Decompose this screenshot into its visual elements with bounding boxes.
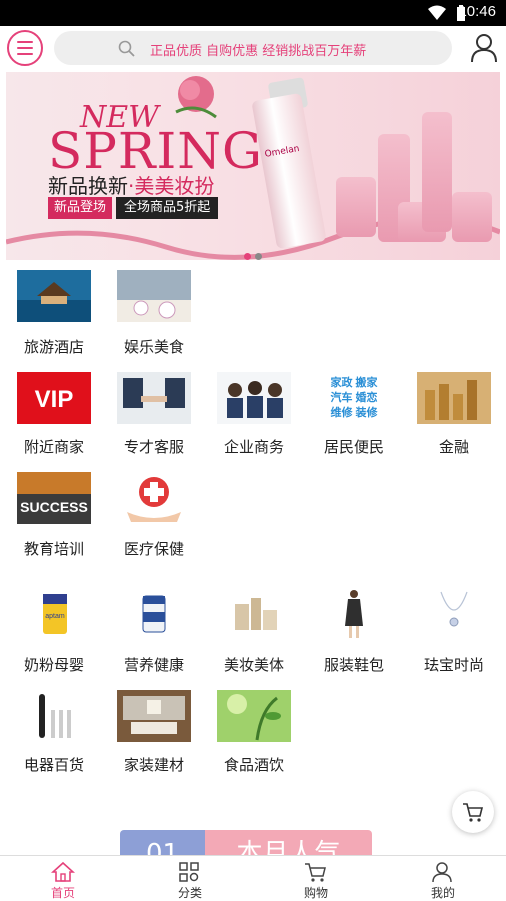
- carousel-dots[interactable]: [244, 245, 266, 260]
- tab-label: 分类: [177, 886, 202, 900]
- category-label: 电器百货: [23, 756, 84, 774]
- category-label: 食品酒饮: [223, 756, 284, 774]
- status-bar: 10:46: [0, 0, 506, 26]
- tab-label: 我的: [430, 886, 455, 900]
- search-icon: [118, 40, 135, 57]
- search-placeholder: 正品优质 自购优惠 经销挑战百万年薪: [150, 44, 367, 59]
- coins-photo: [417, 372, 491, 424]
- cosmetic-tube: [422, 112, 452, 232]
- category-label: 居民便民: [323, 438, 384, 456]
- category-label: 医疗保健: [123, 540, 184, 558]
- floating-cart-button[interactable]: [452, 791, 494, 833]
- category-label: 附近商家: [23, 438, 84, 456]
- category-label: 美妆美体: [223, 656, 284, 674]
- category-label: 旅游酒店: [23, 338, 84, 356]
- medical-cross: [117, 472, 191, 524]
- category-label: 教育培训: [23, 540, 84, 558]
- monthly-popular-header: 01 本月人气: [120, 830, 372, 855]
- home-icon: [51, 861, 75, 882]
- search-bar[interactable]: 正品优质 自购优惠 经销挑战百万年薪: [54, 31, 452, 65]
- milk-powder-can: aptam: [17, 588, 91, 640]
- tab-category[interactable]: 分类: [140, 856, 240, 901]
- clock: 10:46: [458, 3, 496, 20]
- tab-label: 首页: [50, 886, 75, 900]
- ranking-title: 本月人气: [205, 830, 372, 855]
- category-label: 营养健康: [123, 656, 184, 674]
- svg-text:aptam: aptam: [45, 613, 65, 620]
- necklace: [417, 588, 491, 640]
- dress-model: [317, 588, 391, 640]
- cosmetic-jar: [452, 192, 492, 242]
- cosmetic-jar: [336, 177, 376, 237]
- category-label: 企业商务: [223, 438, 284, 456]
- tab-home[interactable]: 首页: [13, 856, 113, 901]
- wifi-icon: [428, 5, 446, 20]
- tab-shopping[interactable]: 购物: [266, 856, 366, 901]
- bottom-tab-bar: 首页 分类 购物 我的: [0, 855, 506, 901]
- carousel-dot[interactable]: [244, 253, 251, 260]
- housekeeping-text: 家政 搬家 汽车 婚恋 维修 装修: [317, 372, 391, 424]
- category-label: 专才客服: [123, 438, 184, 456]
- green-tea-photo: [217, 690, 291, 742]
- vip-badge: VIP: [17, 372, 91, 424]
- dining-photo: [117, 270, 191, 322]
- living-room-photo: [117, 690, 191, 742]
- supplement-jar: [117, 588, 191, 640]
- svg-text:VIP: VIP: [35, 386, 74, 413]
- promo-banner[interactable]: NEW SPRING 新品换新·美美妆扮 新品登场 全场商品5折起 Omelan: [6, 72, 500, 260]
- category-label: 珐宝时尚: [423, 656, 484, 674]
- category-label: 服装鞋包: [323, 656, 384, 674]
- callcenter-photo: [217, 372, 291, 424]
- svg-text:SUCCESS: SUCCESS: [20, 499, 88, 515]
- bottle-brand: Omelan: [263, 143, 301, 160]
- menu-button[interactable]: [7, 30, 43, 66]
- top-header: 正品优质 自购优惠 经销挑战百万年薪: [0, 26, 506, 72]
- person-icon: [432, 862, 452, 883]
- electric-toothbrush: [17, 690, 91, 742]
- cart-icon: [463, 803, 484, 822]
- cart-icon: [305, 863, 326, 882]
- resort-photo: [17, 270, 91, 322]
- success-photo: SUCCESS: [17, 472, 91, 524]
- category-label: 家装建材: [123, 756, 184, 774]
- cosmetics-set: [217, 588, 291, 640]
- ranking-number: 01: [120, 830, 205, 855]
- handshake-photo: [117, 372, 191, 424]
- category-label: 金融: [438, 438, 469, 456]
- carousel-dot[interactable]: [255, 253, 262, 260]
- banner-slogan: 新品换新·美美妆扮: [48, 174, 215, 198]
- category-label: 奶粉母婴: [23, 656, 84, 674]
- user-icon[interactable]: [470, 33, 498, 63]
- svg-text:汽车 婚恋: 汽车 婚恋: [330, 390, 377, 404]
- category-label: 娱乐美食: [123, 338, 184, 356]
- svg-text:家政 搬家: 家政 搬家: [330, 375, 378, 389]
- tab-mine[interactable]: 我的: [393, 856, 493, 901]
- svg-text:维修 装修: 维修 装修: [330, 405, 378, 419]
- grid-icon: [179, 862, 199, 882]
- tab-label: 购物: [303, 886, 328, 900]
